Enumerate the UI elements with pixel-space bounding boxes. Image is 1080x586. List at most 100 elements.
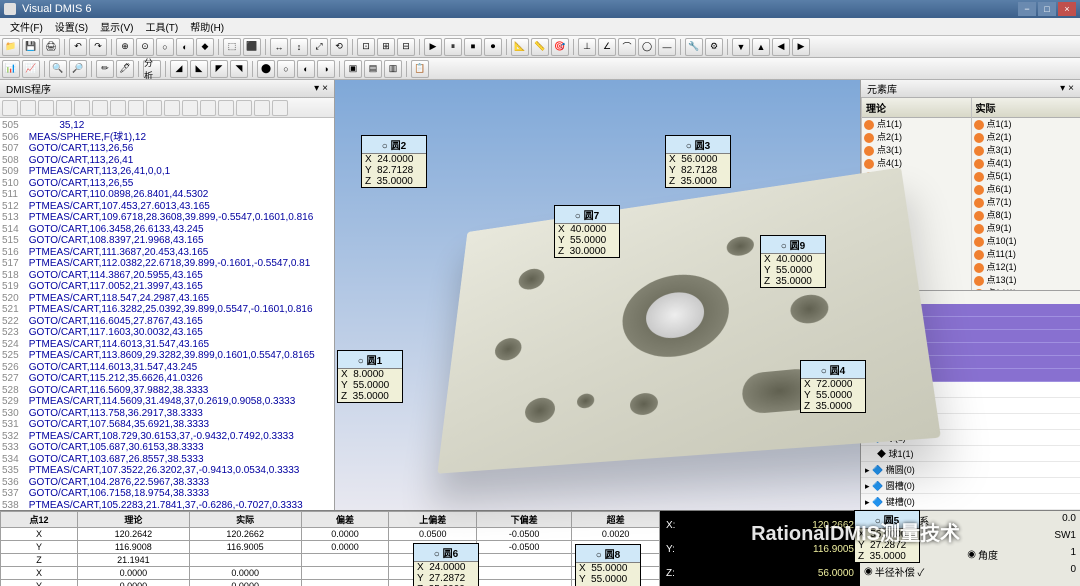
radius-comp[interactable]: ◉ 半径补偿 ✓ [864,564,924,579]
toolbar-button[interactable]: ▼ [732,38,750,56]
minimize-button[interactable]: − [1018,2,1036,16]
results-table[interactable]: 点12理论实际偏差上偏差下偏差超差X120.2642120.26620.0000… [0,511,660,586]
callout-c7[interactable]: ○ 圆5X 56.0000Y 27.2872Z 35.0000 [854,510,920,563]
pin-icon[interactable]: ▾ [314,83,319,94]
toolbar-button[interactable]: 🔧 [685,38,703,56]
tree-item[interactable]: 点6(1) [972,183,1080,196]
tree-item[interactable]: 点3(1) [862,144,971,157]
callout-c5[interactable]: ○ 圆1X 8.0000Y 55.0000Z 35.0000 [337,350,403,403]
close-button[interactable]: × [1058,2,1076,16]
toolbar-button[interactable]: 📏 [531,38,549,56]
toolbar-button[interactable]: ◥ [230,60,248,78]
tree-item[interactable]: 点10(1) [972,235,1080,248]
toolbar-button[interactable]: ⬚ [223,38,241,56]
panel-toolbar-button[interactable] [236,100,252,116]
tree-item[interactable]: 点7(1) [972,196,1080,209]
tree-item[interactable]: 点9(1) [972,222,1080,235]
menu-item[interactable]: 工具(T) [139,19,184,34]
maximize-button[interactable]: □ [1038,2,1056,16]
callout-c1[interactable]: ○ 圆2X 24.0000Y 82.7128Z 35.0000 [361,135,427,188]
toolbar-button[interactable]: 🖨 [42,38,60,56]
panel-toolbar-button[interactable] [218,100,234,116]
toolbar-button[interactable]: ∠ [598,38,616,56]
panel-close-icon[interactable]: × [322,83,328,94]
tree-item[interactable]: 点3(1) [972,144,1080,157]
tree-item[interactable]: 点5(1) [972,170,1080,183]
toolbar-button[interactable]: ⊞ [377,38,395,56]
toolbar-button[interactable]: ▲ [752,38,770,56]
toolbar-button[interactable]: ◆ [196,38,214,56]
toolbar-button[interactable]: ⊡ [357,38,375,56]
panel-toolbar-button[interactable] [92,100,108,116]
toolbar-button[interactable]: 🎯 [551,38,569,56]
toolbar-button[interactable]: ◯ [638,38,656,56]
panel-toolbar-button[interactable] [56,100,72,116]
callout-c6[interactable]: ○ 圆4X 72.0000Y 55.0000Z 35.0000 [800,360,866,413]
panel-toolbar-button[interactable] [146,100,162,116]
toolbar-button[interactable]: ⊟ [397,38,415,56]
callout-c9[interactable]: ○ 圆6X 24.0000Y 27.2872Z 35.0000 [413,543,479,586]
toolbar-button[interactable]: ○ [277,60,295,78]
toolbar-button[interactable]: ◀ [772,38,790,56]
toolbar-button[interactable]: ▤ [364,60,382,78]
viewport-3d[interactable]: ○ 圆2X 24.0000Y 82.7128Z 35.0000○ 圆3X 56.… [335,80,860,510]
toolbar-button[interactable]: 📈 [22,60,40,78]
toolbar-button[interactable]: 🖊 [116,60,134,78]
toolbar-button[interactable]: ⬤ [257,60,275,78]
toolbar-button[interactable]: ⊕ [116,38,134,56]
toolbar-button[interactable]: ✏ [96,60,114,78]
toolbar-button[interactable]: ▣ [344,60,362,78]
feature-group[interactable]: ▸ 🔷 圆槽(0) [861,478,1080,494]
callout-c3[interactable]: ○ 圆7X 40.0000Y 55.0000Z 30.0000 [554,205,620,258]
toolbar-button[interactable]: ↕ [290,38,308,56]
toolbar-button[interactable]: ⏸ [444,38,462,56]
feature-group[interactable]: ▸ 🔷 键槽(0) [861,494,1080,510]
tree-item[interactable]: 点2(1) [972,131,1080,144]
dmis-code-editor[interactable]: 505 35,12506 MEAS/SPHERE,F(球1),12507 GOT… [0,118,334,510]
panel-toolbar-button[interactable] [2,100,18,116]
tree-item[interactable]: 点8(1) [972,209,1080,222]
toolbar-button[interactable]: ⚙ [705,38,723,56]
toolbar-button[interactable]: ⤢ [310,38,328,56]
tree-item[interactable]: 点11(1) [972,248,1080,261]
toolbar-button[interactable]: ▶ [424,38,442,56]
toolbar-button[interactable]: 💾 [22,38,40,56]
toolbar-button[interactable]: ◣ [190,60,208,78]
tree-item[interactable]: 点12(1) [972,261,1080,274]
toolbar-button[interactable]: ⌒ [618,38,636,56]
panel-toolbar-button[interactable] [20,100,36,116]
toolbar-button[interactable]: 📁 [2,38,20,56]
toolbar-button[interactable]: ◐ [176,38,194,56]
toolbar-button[interactable]: ⊥ [578,38,596,56]
panel-toolbar-button[interactable] [254,100,270,116]
callout-c8[interactable]: ○ 圆8X 55.0000Y 55.0000Z 30.0000 [575,544,641,586]
menu-item[interactable]: 设置(S) [49,19,94,34]
toolbar-button[interactable]: 📐 [511,38,529,56]
pin-icon[interactable]: ▾ [1060,83,1065,94]
toolbar-button[interactable]: ⬛ [243,38,261,56]
toolbar-button[interactable]: 🔎 [69,60,87,78]
toolbar-button[interactable]: ◤ [210,60,228,78]
toolbar-button[interactable]: ◢ [170,60,188,78]
toolbar-button[interactable]: ◐ [297,60,315,78]
toolbar-button[interactable]: ▶ [792,38,810,56]
feature-group[interactable]: ▸ 🔷 椭圆(0) [861,462,1080,478]
tree-item[interactable]: 点2(1) [862,131,971,144]
unit-deg[interactable]: ◉ 角度 [967,547,998,562]
panel-toolbar-button[interactable] [182,100,198,116]
tree-item[interactable]: 点13(1) [972,274,1080,287]
panel-toolbar-button[interactable] [200,100,216,116]
panel-toolbar-button[interactable] [74,100,90,116]
toolbar-button[interactable]: ⏺ [484,38,502,56]
toolbar-button[interactable]: ⊙ [136,38,154,56]
toolbar-button[interactable]: ↷ [89,38,107,56]
tree-item[interactable]: 点4(1) [862,157,971,170]
toolbar-button[interactable]: ↶ [69,38,87,56]
toolbar-button[interactable]: 分析 [143,60,161,78]
panel-toolbar-button[interactable] [128,100,144,116]
toolbar-button[interactable]: ▥ [384,60,402,78]
toolbar-button[interactable]: — [658,38,676,56]
menu-item[interactable]: 帮助(H) [184,19,230,34]
toolbar-button[interactable]: ◑ [317,60,335,78]
panel-toolbar-button[interactable] [164,100,180,116]
